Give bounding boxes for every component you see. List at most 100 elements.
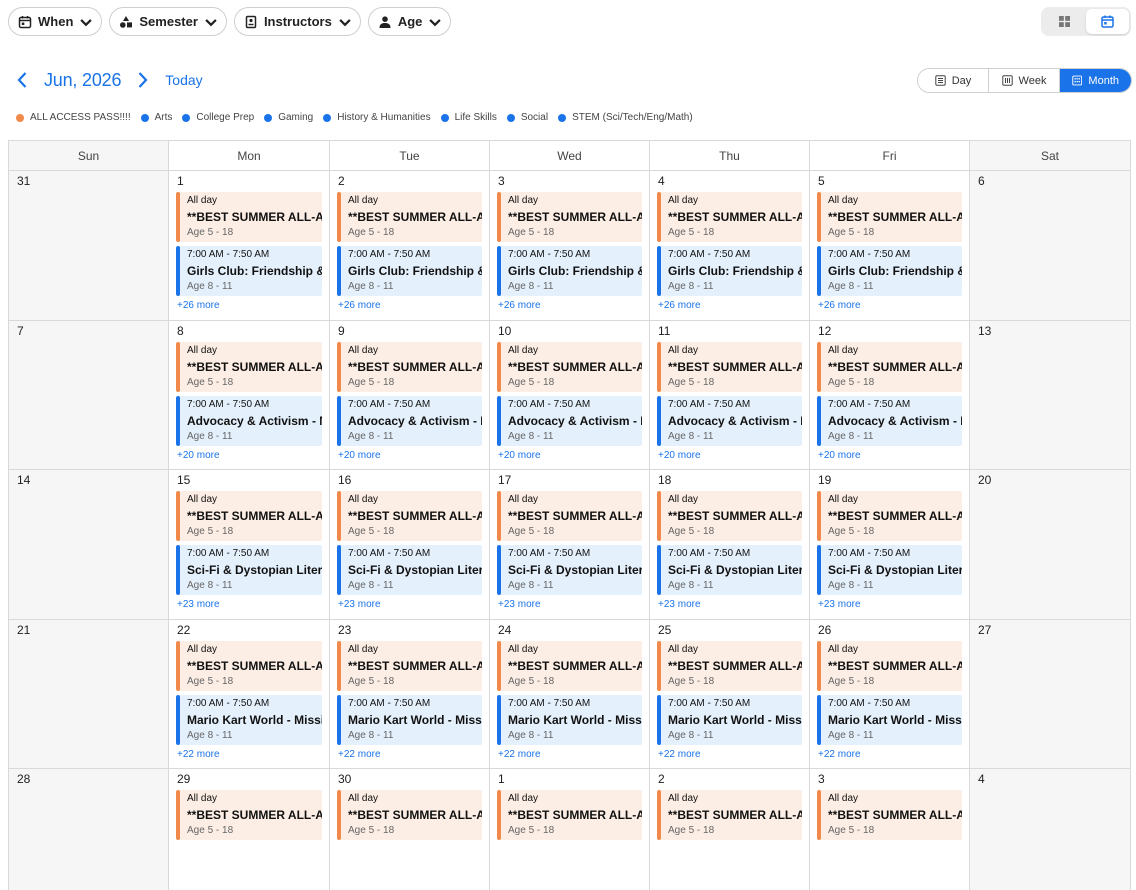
event-card[interactable]: 7:00 AM - 7:50 AM Sci-Fi & Dystopian Lite… [337, 545, 482, 596]
day-cell[interactable]: 18 All day **BEST SUMMER ALL-ACCESS PASS Ag… [650, 470, 810, 620]
day-cell[interactable]: 19 All day **BEST SUMMER ALL-ACCESS PASS Ag… [810, 470, 970, 620]
day-cell[interactable]: 26 All day **BEST SUMMER ALL-ACCESS PASS Ag… [810, 619, 970, 770]
event-card[interactable]: 7:00 AM - 7:50 AM Mario Kart World - Miss… [657, 694, 802, 745]
more-events-link[interactable]: +26 more [818, 300, 962, 311]
event-card[interactable]: 7:00 AM - 7:50 AM Mario Kart World - Miss… [176, 694, 322, 745]
more-events-link[interactable]: +26 more [658, 300, 802, 311]
event-card[interactable]: All day **BEST SUMMER ALL-ACCESS PASS Age … [176, 790, 322, 841]
day-cell[interactable]: 14 [9, 470, 169, 620]
more-events-link[interactable]: +23 more [498, 599, 642, 610]
event-card[interactable]: All day **BEST SUMMER ALL-ACCESS PASS Age … [176, 341, 322, 392]
day-cell[interactable]: 1All day **BEST SUMMER ALL-ACCESS PASS Age… [490, 769, 650, 890]
week-view-button[interactable]: Week [989, 69, 1060, 92]
more-events-link[interactable]: +23 more [818, 599, 962, 610]
more-events-link[interactable]: +22 more [658, 749, 802, 760]
event-card[interactable]: All day **BEST SUMMER ALL-ACCESS PASS Age … [497, 790, 642, 841]
event-card[interactable]: 7:00 AM - 7:50 AM Advocacy & Activism - M… [497, 395, 642, 446]
filter-instructors-button[interactable]: Instructors [233, 7, 361, 36]
grid-view-button[interactable] [1043, 9, 1086, 34]
next-month-button[interactable] [135, 68, 151, 92]
more-events-link[interactable]: +23 more [658, 599, 802, 610]
legend-item[interactable]: Gaming [264, 112, 313, 123]
more-events-link[interactable]: +22 more [338, 749, 482, 760]
day-cell[interactable]: 12 All day **BEST SUMMER ALL-ACCESS PASS Ag… [810, 320, 970, 471]
calendar-view-button[interactable] [1086, 9, 1129, 34]
more-events-link[interactable]: +22 more [498, 749, 642, 760]
event-card[interactable]: All day **BEST SUMMER ALL-ACCESS PASS Age … [657, 341, 802, 392]
more-events-link[interactable]: +20 more [498, 450, 642, 461]
event-card[interactable]: All day **BEST SUMMER ALL-ACCESS PASS Age … [337, 192, 482, 242]
event-card[interactable]: All day **BEST SUMMER ALL-ACCESS PASS Age … [176, 491, 322, 542]
day-cell[interactable]: 23 All day **BEST SUMMER ALL-ACCESS PASS Ag… [330, 619, 490, 770]
day-cell[interactable]: 5All day **BEST SUMMER ALL-ACCESS PASS Age… [810, 171, 970, 321]
event-card[interactable]: All day **BEST SUMMER ALL-ACCESS PASS Age … [497, 640, 642, 691]
prev-month-button[interactable] [14, 68, 30, 92]
today-button[interactable]: Today [165, 72, 202, 88]
day-cell[interactable]: 8All day **BEST SUMMER ALL-ACCESS PASS Age… [169, 320, 330, 471]
event-card[interactable]: 7:00 AM - 7:50 AM Advocacy & Activism - M… [337, 395, 482, 446]
event-card[interactable]: All day **BEST SUMMER ALL-ACCESS PASS Age … [497, 341, 642, 392]
event-card[interactable]: All day **BEST SUMMER ALL-ACCESS PASS Age … [337, 491, 482, 542]
day-cell[interactable]: 20 [970, 470, 1131, 620]
filter-when-button[interactable]: When [8, 7, 103, 36]
event-card[interactable]: All day **BEST SUMMER ALL-ACCESS PASS Age … [657, 790, 802, 841]
event-card[interactable]: All day **BEST SUMMER ALL-ACCESS PASS Age … [817, 192, 962, 242]
more-events-link[interactable]: +20 more [177, 450, 322, 461]
day-cell[interactable]: 28 [9, 769, 169, 890]
day-cell[interactable]: 27 [970, 619, 1131, 770]
more-events-link[interactable]: +23 more [177, 599, 322, 610]
legend-item[interactable]: College Prep [182, 112, 254, 123]
event-card[interactable]: All day **BEST SUMMER ALL-ACCESS PASS Age … [176, 192, 322, 242]
event-card[interactable]: All day **BEST SUMMER ALL-ACCESS PASS Age … [817, 491, 962, 542]
day-cell[interactable]: 11 All day **BEST SUMMER ALL-ACCESS PASS Ag… [650, 320, 810, 471]
legend-item[interactable]: ALL ACCESS PASS!!!! [16, 112, 131, 123]
event-card[interactable]: 7:00 AM - 7:50 AM Sci-Fi & Dystopian Lite… [817, 545, 962, 596]
event-card[interactable]: All day **BEST SUMMER ALL-ACCESS PASS Age … [337, 640, 482, 691]
day-cell[interactable]: 3All day **BEST SUMMER ALL-ACCESS PASS Age… [810, 769, 970, 890]
event-card[interactable]: All day **BEST SUMMER ALL-ACCESS PASS Age … [657, 491, 802, 542]
legend-item[interactable]: Life Skills [440, 112, 497, 123]
day-cell[interactable]: 2All day **BEST SUMMER ALL-ACCESS PASS Age… [650, 769, 810, 890]
day-cell[interactable]: 30 All day **BEST SUMMER ALL-ACCESS PASS Ag… [330, 769, 490, 890]
day-cell[interactable]: 1All day **BEST SUMMER ALL-ACCESS PASS Age… [169, 171, 330, 321]
event-card[interactable]: All day **BEST SUMMER ALL-ACCESS PASS Age … [497, 192, 642, 242]
day-cell[interactable]: 10 All day **BEST SUMMER ALL-ACCESS PASS Ag… [490, 320, 650, 471]
event-card[interactable]: All day **BEST SUMMER ALL-ACCESS PASS Age … [817, 790, 962, 841]
more-events-link[interactable]: +23 more [338, 599, 482, 610]
day-cell[interactable]: 21 [9, 619, 169, 770]
more-events-link[interactable]: +26 more [498, 300, 642, 311]
event-card[interactable]: All day **BEST SUMMER ALL-ACCESS PASS Age … [657, 192, 802, 242]
legend-item[interactable]: Arts [140, 112, 172, 123]
day-cell[interactable]: 2All day **BEST SUMMER ALL-ACCESS PASS Age… [330, 171, 490, 321]
event-card[interactable]: 7:00 AM - 7:50 AM Sci-Fi & Dystopian Lite… [176, 545, 322, 596]
day-cell[interactable]: 7 [9, 320, 169, 471]
more-events-link[interactable]: +20 more [658, 450, 802, 461]
month-view-button[interactable]: Month [1060, 69, 1131, 92]
more-events-link[interactable]: +26 more [338, 300, 482, 311]
more-events-link[interactable]: +26 more [177, 300, 322, 311]
legend-item[interactable]: Social [506, 112, 548, 123]
more-events-link[interactable]: +20 more [818, 450, 962, 461]
day-cell[interactable]: 16 All day **BEST SUMMER ALL-ACCESS PASS Ag… [330, 470, 490, 620]
event-card[interactable]: All day **BEST SUMMER ALL-ACCESS PASS Age … [817, 640, 962, 691]
more-events-link[interactable]: +20 more [338, 450, 482, 461]
event-card[interactable]: 7:00 AM - 7:50 AM Advocacy & Activism - M… [176, 395, 322, 446]
day-cell[interactable]: 9All day **BEST SUMMER ALL-ACCESS PASS Age… [330, 320, 490, 471]
event-card[interactable]: 7:00 AM - 7:50 AM Sci-Fi & Dystopian Lite… [657, 545, 802, 596]
legend-item[interactable]: STEM (Sci/Tech/Eng/Math) [558, 112, 693, 123]
day-cell[interactable]: 4 [970, 769, 1131, 890]
filter-semester-button[interactable]: Semester [109, 7, 227, 36]
day-cell[interactable]: 31 [9, 171, 169, 321]
more-events-link[interactable]: +22 more [818, 749, 962, 760]
event-card[interactable]: All day **BEST SUMMER ALL-ACCESS PASS Age … [497, 491, 642, 542]
event-card[interactable]: 7:00 AM - 7:50 AM Sci-Fi & Dystopian Lite… [497, 545, 642, 596]
day-view-button[interactable]: Day [918, 69, 989, 92]
day-cell[interactable]: 3All day **BEST SUMMER ALL-ACCESS PASS Age… [490, 171, 650, 321]
event-card[interactable]: All day **BEST SUMMER ALL-ACCESS PASS Age … [817, 341, 962, 392]
event-card[interactable]: 7:00 AM - 7:50 AM Girls Club: Friendship … [497, 246, 642, 296]
event-card[interactable]: All day **BEST SUMMER ALL-ACCESS PASS Age … [176, 640, 322, 691]
event-card[interactable]: All day **BEST SUMMER ALL-ACCESS PASS Age … [657, 640, 802, 691]
event-card[interactable]: 7:00 AM - 7:50 AM Girls Club: Friendship … [817, 246, 962, 296]
filter-age-button[interactable]: Age [367, 7, 452, 36]
event-card[interactable]: 7:00 AM - 7:50 AM Girls Club: Friendship … [176, 246, 322, 296]
